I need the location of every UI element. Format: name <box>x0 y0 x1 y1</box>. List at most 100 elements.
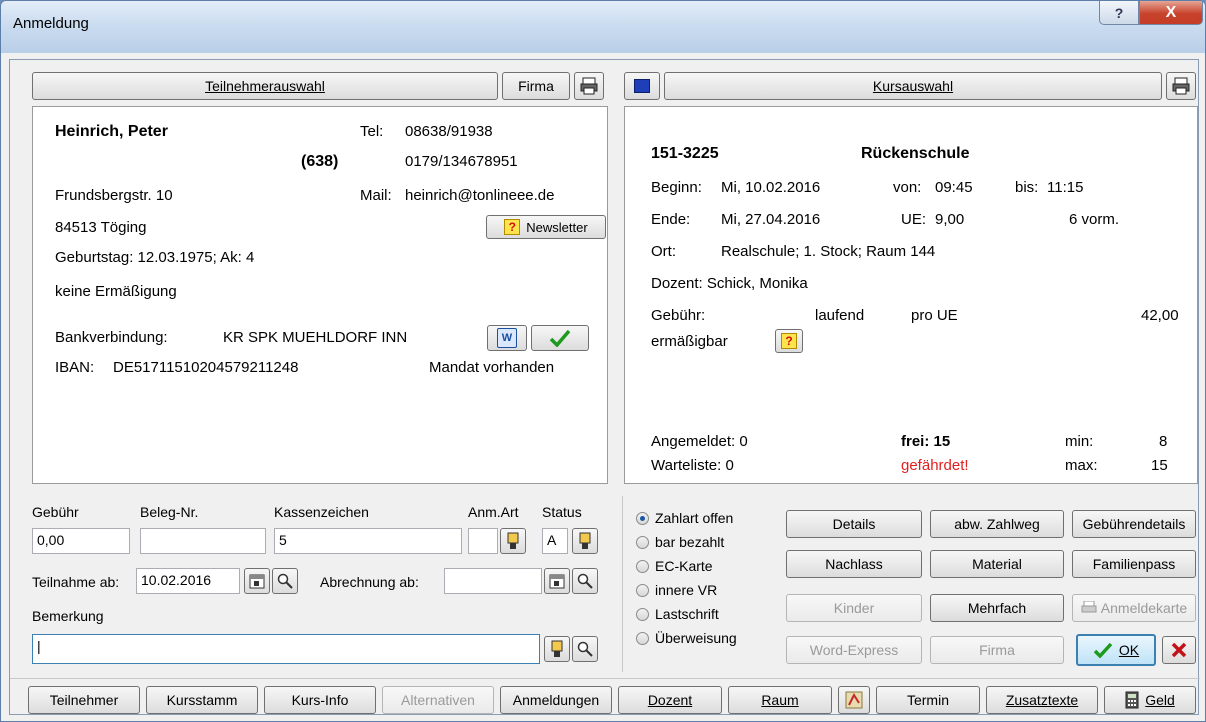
fee-input[interactable]: 0,00 <box>32 528 130 554</box>
toolbar-alternatives-button[interactable]: Alternativen <box>382 686 494 714</box>
status-input[interactable]: A <box>542 528 568 554</box>
status-lookup-button[interactable] <box>572 528 598 554</box>
checkmark-icon <box>549 329 571 347</box>
toolbar-course-master-label: Kursstamm <box>166 692 238 708</box>
magnifier-icon <box>577 641 593 657</box>
fee-details-label: Gebührendetails <box>1082 516 1186 532</box>
toolbar-course-info-button[interactable]: Kurs-Info <box>264 686 376 714</box>
course-calendar-button[interactable] <box>624 72 660 100</box>
payment-option-ec-card[interactable]: EC-Karte <box>636 558 713 574</box>
reg-type-lookup-button[interactable] <box>500 528 526 554</box>
cancel-x-icon <box>1171 642 1187 658</box>
receipt-input[interactable] <box>140 528 266 554</box>
help-icon: ? <box>1114 4 1124 21</box>
iban-label: IBAN: <box>55 359 95 376</box>
reg-card-button[interactable]: Anmeldekarte <box>1072 594 1196 622</box>
fee-unit: pro UE <box>911 307 958 324</box>
course-panel: 151-3225 Rückenschule Beginn: Mi, 10.02.… <box>624 106 1198 484</box>
fee-details-button[interactable]: Gebührendetails <box>1072 510 1196 538</box>
payment-option-label: Überweisung <box>655 630 737 646</box>
select-course-button[interactable]: Kursauswahl <box>664 72 1162 100</box>
radio-icon <box>636 631 649 645</box>
payment-option-direct-debit[interactable]: Lastschrift <box>636 606 719 622</box>
reg-type-input[interactable] <box>468 528 498 554</box>
close-button[interactable]: X <box>1139 1 1203 25</box>
mail-label: Mail: <box>360 187 392 204</box>
course-end: Mi, 27.04.2016 <box>721 211 821 228</box>
payment-option-internal[interactable]: innere VR <box>636 582 717 598</box>
magnifier-icon <box>277 573 293 589</box>
participant-company-button[interactable]: Firma <box>502 72 570 100</box>
remark-input[interactable]: | <box>32 634 540 664</box>
course-print-button[interactable] <box>1166 72 1196 100</box>
children-button[interactable]: Kinder <box>786 594 922 622</box>
calendar-icon <box>549 573 565 589</box>
payment-option-label: EC-Karte <box>655 558 713 574</box>
payment-option-transfer[interactable]: Überweisung <box>636 630 737 646</box>
max-value: 15 <box>1151 457 1168 474</box>
remark-zoom-button[interactable] <box>572 636 598 662</box>
remark-label: Bemerkung <box>32 608 104 624</box>
billing-zoom-button[interactable] <box>572 568 598 594</box>
toolbar-map-button[interactable] <box>838 686 870 714</box>
printer-icon <box>580 77 598 95</box>
participation-label: Teilnahme ab: <box>32 574 120 590</box>
participant-discount: keine Ermäßigung <box>55 283 177 300</box>
toolbar-date-button[interactable]: Termin <box>876 686 980 714</box>
registration-window: Anmeldung ? X Teilnehmerauswahl Firma He… <box>0 0 1206 722</box>
details-button[interactable]: Details <box>786 510 922 538</box>
participation-calendar-button[interactable] <box>244 568 270 594</box>
multiple-button[interactable]: Mehrfach <box>930 594 1064 622</box>
participant-number: (638) <box>301 153 339 170</box>
fee-label: Gebühr: <box>651 307 706 324</box>
payment-option-open[interactable]: Zahlart offen <box>636 510 733 526</box>
reducible-help-button[interactable]: ? <box>775 329 803 353</box>
ue-label: UE: <box>901 211 927 228</box>
participation-input[interactable]: 10.02.2016 <box>136 568 240 594</box>
bank-confirm-button[interactable] <box>531 325 589 351</box>
toolbar-money-button[interactable]: Geld <box>1104 686 1196 714</box>
course-begin: Mi, 10.02.2016 <box>721 179 821 196</box>
end-label: Ende: <box>651 211 691 228</box>
details-label: Details <box>832 516 876 532</box>
pointing-hand-icon <box>578 532 592 550</box>
course-to: 11:15 <box>1047 179 1084 196</box>
bank-name: KR SPK MUEHLDORF INN <box>223 329 408 346</box>
form-company-button[interactable]: Firma <box>930 636 1064 664</box>
ok-button[interactable]: OK <box>1076 634 1156 666</box>
payment-option-cash[interactable]: bar bezahlt <box>636 534 724 550</box>
alt-payment-button[interactable]: abw. Zahlweg <box>930 510 1064 538</box>
reg-type-label: Anm.Art <box>468 504 519 520</box>
toolbar-registrations-button[interactable]: Anmeldungen <box>500 686 612 714</box>
billing-input[interactable] <box>444 568 542 594</box>
material-button[interactable]: Material <box>930 550 1064 578</box>
toolbar-course-master-button[interactable]: Kursstamm <box>146 686 258 714</box>
cancel-button[interactable] <box>1162 636 1196 664</box>
checkmark-icon <box>1093 642 1113 658</box>
payment-separator <box>622 496 623 672</box>
word-button[interactable]: W <box>487 325 527 351</box>
toolbar-teacher-button[interactable]: Dozent <box>618 686 722 714</box>
newsletter-label: Newsletter <box>526 219 588 235</box>
toolbar-room-button[interactable]: Raum <box>728 686 832 714</box>
toolbar-extra-texts-button[interactable]: Zusatztexte <box>986 686 1098 714</box>
toolbar-room-label: Raum <box>761 692 799 708</box>
family-pass-button[interactable]: Familienpass <box>1072 550 1196 578</box>
word-express-label: Word-Express <box>809 642 899 658</box>
radio-icon <box>636 583 649 597</box>
newsletter-button[interactable]: ? Newsletter <box>486 215 606 239</box>
help-button[interactable]: ? <box>1099 1 1139 25</box>
participant-print-button[interactable] <box>574 72 604 100</box>
select-participant-button[interactable]: Teilnehmerauswahl <box>32 72 498 100</box>
status-label: Status <box>542 504 582 520</box>
course-name: Rückenschule <box>861 145 970 162</box>
toolbar-participant-button[interactable]: Teilnehmer <box>28 686 140 714</box>
discount-button[interactable]: Nachlass <box>786 550 922 578</box>
participation-zoom-button[interactable] <box>272 568 298 594</box>
remark-lookup-button[interactable] <box>544 636 570 662</box>
billing-calendar-button[interactable] <box>544 568 570 594</box>
word-express-button[interactable]: Word-Express <box>786 636 922 664</box>
cash-input[interactable]: 5 <box>274 528 462 554</box>
calendar-icon <box>249 573 265 589</box>
reducible-label: ermäßigbar <box>651 333 728 350</box>
